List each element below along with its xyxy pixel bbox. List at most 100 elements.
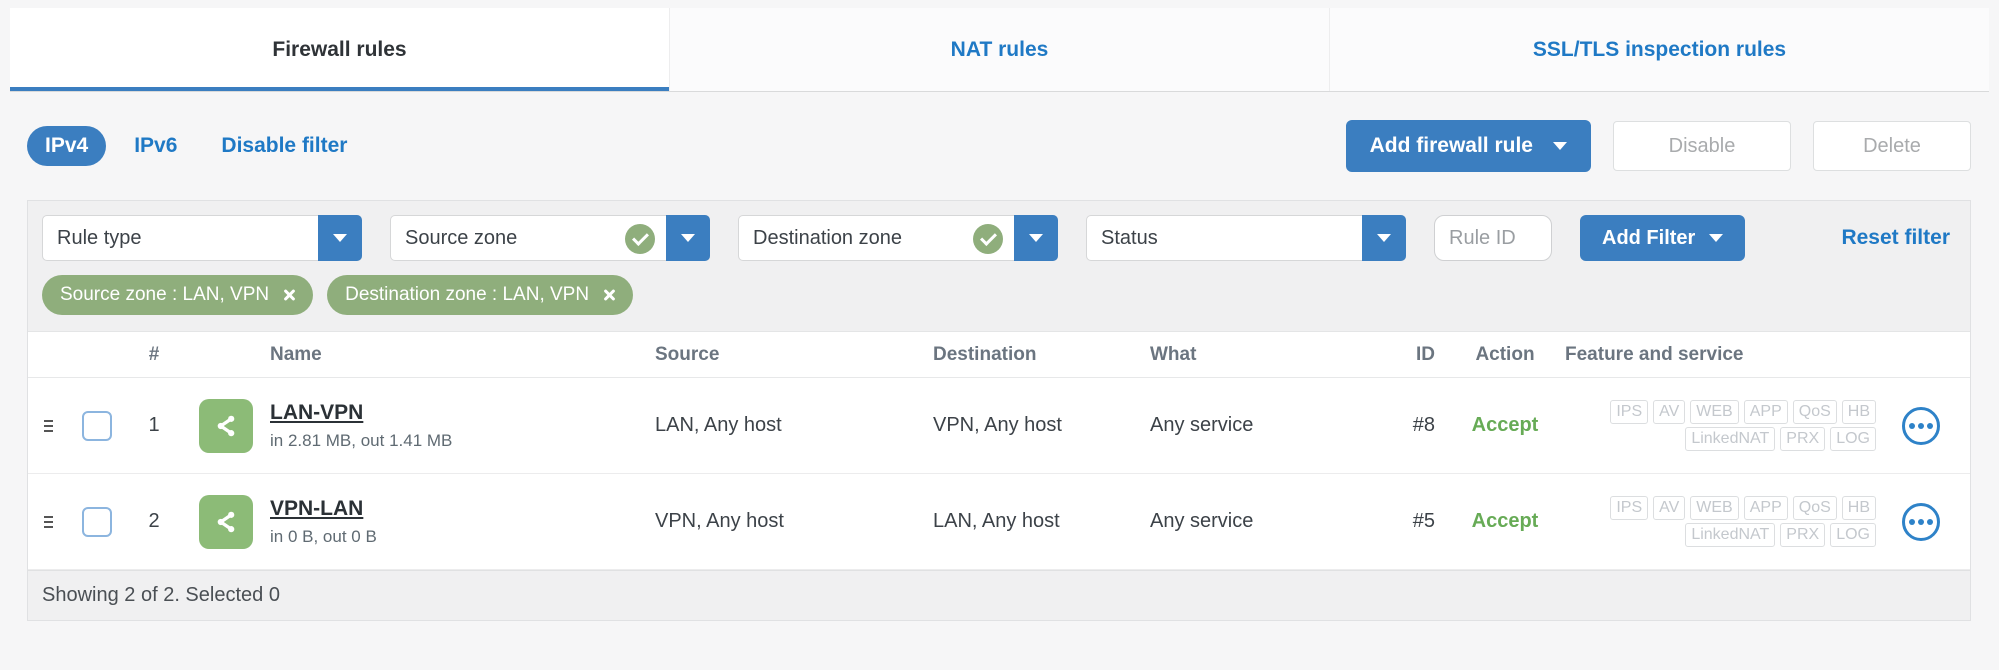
add-filter-button[interactable]: Add Filter [1580,215,1746,261]
toolbar: IPv4 IPv6 Disable filter Add firewall ru… [27,116,1971,176]
badge-qos: QoS [1792,400,1837,424]
cell-action: Accept [1471,414,1539,436]
feature-badges: IPS AV WEB APP QoS HB LinkedNAT PRX LOG [1565,400,1902,451]
firewall-rules-panel: Rule type Source zone Destination zone S… [27,200,1971,621]
row-menu-ellipsis-icon[interactable] [1902,406,1940,445]
badge-web: WEB [1690,400,1739,424]
disable-filter-link[interactable]: Disable filter [221,134,347,158]
badge-prx: PRX [1780,427,1826,451]
header-name: Name [270,343,322,365]
badge-hb: HB [1841,496,1876,520]
header-what: What [1150,343,1197,365]
reset-filter-link[interactable]: Reset filter [1841,226,1956,250]
status-caret-button[interactable] [1362,215,1406,261]
cell-source: LAN, Any host [655,414,782,436]
chevron-down-icon [1377,234,1391,242]
header-feature-and-service: Feature and service [1565,343,1744,365]
close-icon[interactable] [601,287,617,303]
rule-type-select[interactable]: Rule type [42,215,362,261]
source-zone-select[interactable]: Source zone [390,215,710,261]
header-num: # [148,343,160,365]
header-destination: Destination [933,343,1037,365]
destination-zone-label: Destination zone [753,226,902,249]
add-filter-label: Add Filter [1602,226,1696,249]
filter-area: Rule type Source zone Destination zone S… [28,201,1970,332]
badge-log: LOG [1830,523,1876,547]
badge-av: AV [1653,400,1686,424]
ipv4-toggle[interactable]: IPv4 [27,126,107,166]
showing-summary: Showing 2 of 2. Selected 0 [42,584,280,606]
badge-app: APP [1743,400,1788,424]
active-filter-chips: Source zone : LAN, VPN Destination zone … [42,275,1956,315]
rule-type-caret-button[interactable] [318,215,362,261]
badge-ips: IPS [1610,400,1649,424]
source-zone-caret-button[interactable] [666,215,710,261]
badge-hb: HB [1841,400,1876,424]
header-action: Action [1475,343,1535,365]
ipv6-toggle[interactable]: IPv6 [134,134,177,158]
table-footer: Showing 2 of 2. Selected 0 [28,570,1970,620]
header-id: ID [1416,343,1435,365]
tab-nat-rules[interactable]: NAT rules [669,8,1329,91]
badge-linkednat: LinkedNAT [1685,523,1776,547]
badge-log: LOG [1830,427,1876,451]
destination-zone-select[interactable]: Destination zone [738,215,1058,261]
tab-firewall-rules[interactable]: Firewall rules [10,8,669,91]
rule-traffic: in 2.81 MB, out 1.41 MB [270,430,453,450]
row-number: 1 [148,414,160,436]
tab-ssl-tls-inspection-rules[interactable]: SSL/TLS inspection rules [1329,8,1989,91]
chip-label: Source zone : LAN, VPN [60,284,270,305]
chevron-down-icon [1553,142,1567,150]
delete-button[interactable]: Delete [1813,121,1971,171]
filter-row: Rule type Source zone Destination zone S… [42,215,1956,261]
cell-destination: VPN, Any host [933,414,1062,436]
table-row: 2 VPN-LAN in 0 B, out 0 B VPN, Any host … [28,474,1970,570]
source-zone-filter-chip[interactable]: Source zone : LAN, VPN [42,275,314,315]
cell-id: #8 [1412,414,1435,436]
add-firewall-rule-button[interactable]: Add firewall rule [1345,120,1591,172]
drag-handle-icon[interactable] [43,515,53,518]
rule-traffic: in 0 B, out 0 B [270,526,377,546]
badge-app: APP [1743,496,1788,520]
status-select[interactable]: Status [1086,215,1406,261]
check-circle-icon [625,224,655,254]
tab-bar: Firewall rules NAT rules SSL/TLS inspect… [10,8,1989,92]
share-icon [199,494,253,549]
disable-button[interactable]: Disable [1613,121,1791,171]
cell-action: Accept [1471,510,1539,532]
cell-id: #5 [1412,510,1435,532]
row-menu-ellipsis-icon[interactable] [1902,502,1940,541]
close-icon[interactable] [281,287,297,303]
chevron-down-icon [1709,234,1724,242]
chevron-down-icon [333,234,347,242]
badge-av: AV [1653,496,1686,520]
check-circle-icon [973,224,1003,254]
badge-linkednat: LinkedNAT [1685,427,1776,451]
destination-zone-caret-button[interactable] [1014,215,1058,261]
rule-type-label: Rule type [57,226,142,249]
chip-label: Destination zone : LAN, VPN [345,284,590,305]
destination-zone-filter-chip[interactable]: Destination zone : LAN, VPN [327,275,634,315]
cell-what: Any service [1150,414,1254,436]
chevron-down-icon [681,234,695,242]
badge-web: WEB [1690,496,1739,520]
share-icon [199,398,253,453]
feature-badges: IPS AV WEB APP QoS HB LinkedNAT PRX LOG [1565,496,1902,547]
table-row: 1 LAN-VPN in 2.81 MB, out 1.41 MB LAN, A… [28,378,1970,474]
row-checkbox[interactable] [82,506,112,537]
rule-name-link[interactable]: LAN-VPN [270,401,655,425]
drag-handle-icon[interactable] [43,419,53,422]
header-source: Source [655,343,720,365]
badge-prx: PRX [1780,523,1826,547]
rule-id-input[interactable] [1434,215,1552,261]
status-label: Status [1101,226,1158,249]
row-checkbox[interactable] [82,410,112,441]
table-header: # Name Source Destination What ID Action… [28,332,1970,378]
rule-name-link[interactable]: VPN-LAN [270,497,655,521]
cell-source: VPN, Any host [655,510,784,532]
add-firewall-rule-label: Add firewall rule [1369,134,1533,157]
cell-what: Any service [1150,510,1254,532]
badge-ips: IPS [1610,496,1649,520]
source-zone-label: Source zone [405,226,518,249]
row-number: 2 [148,510,160,532]
